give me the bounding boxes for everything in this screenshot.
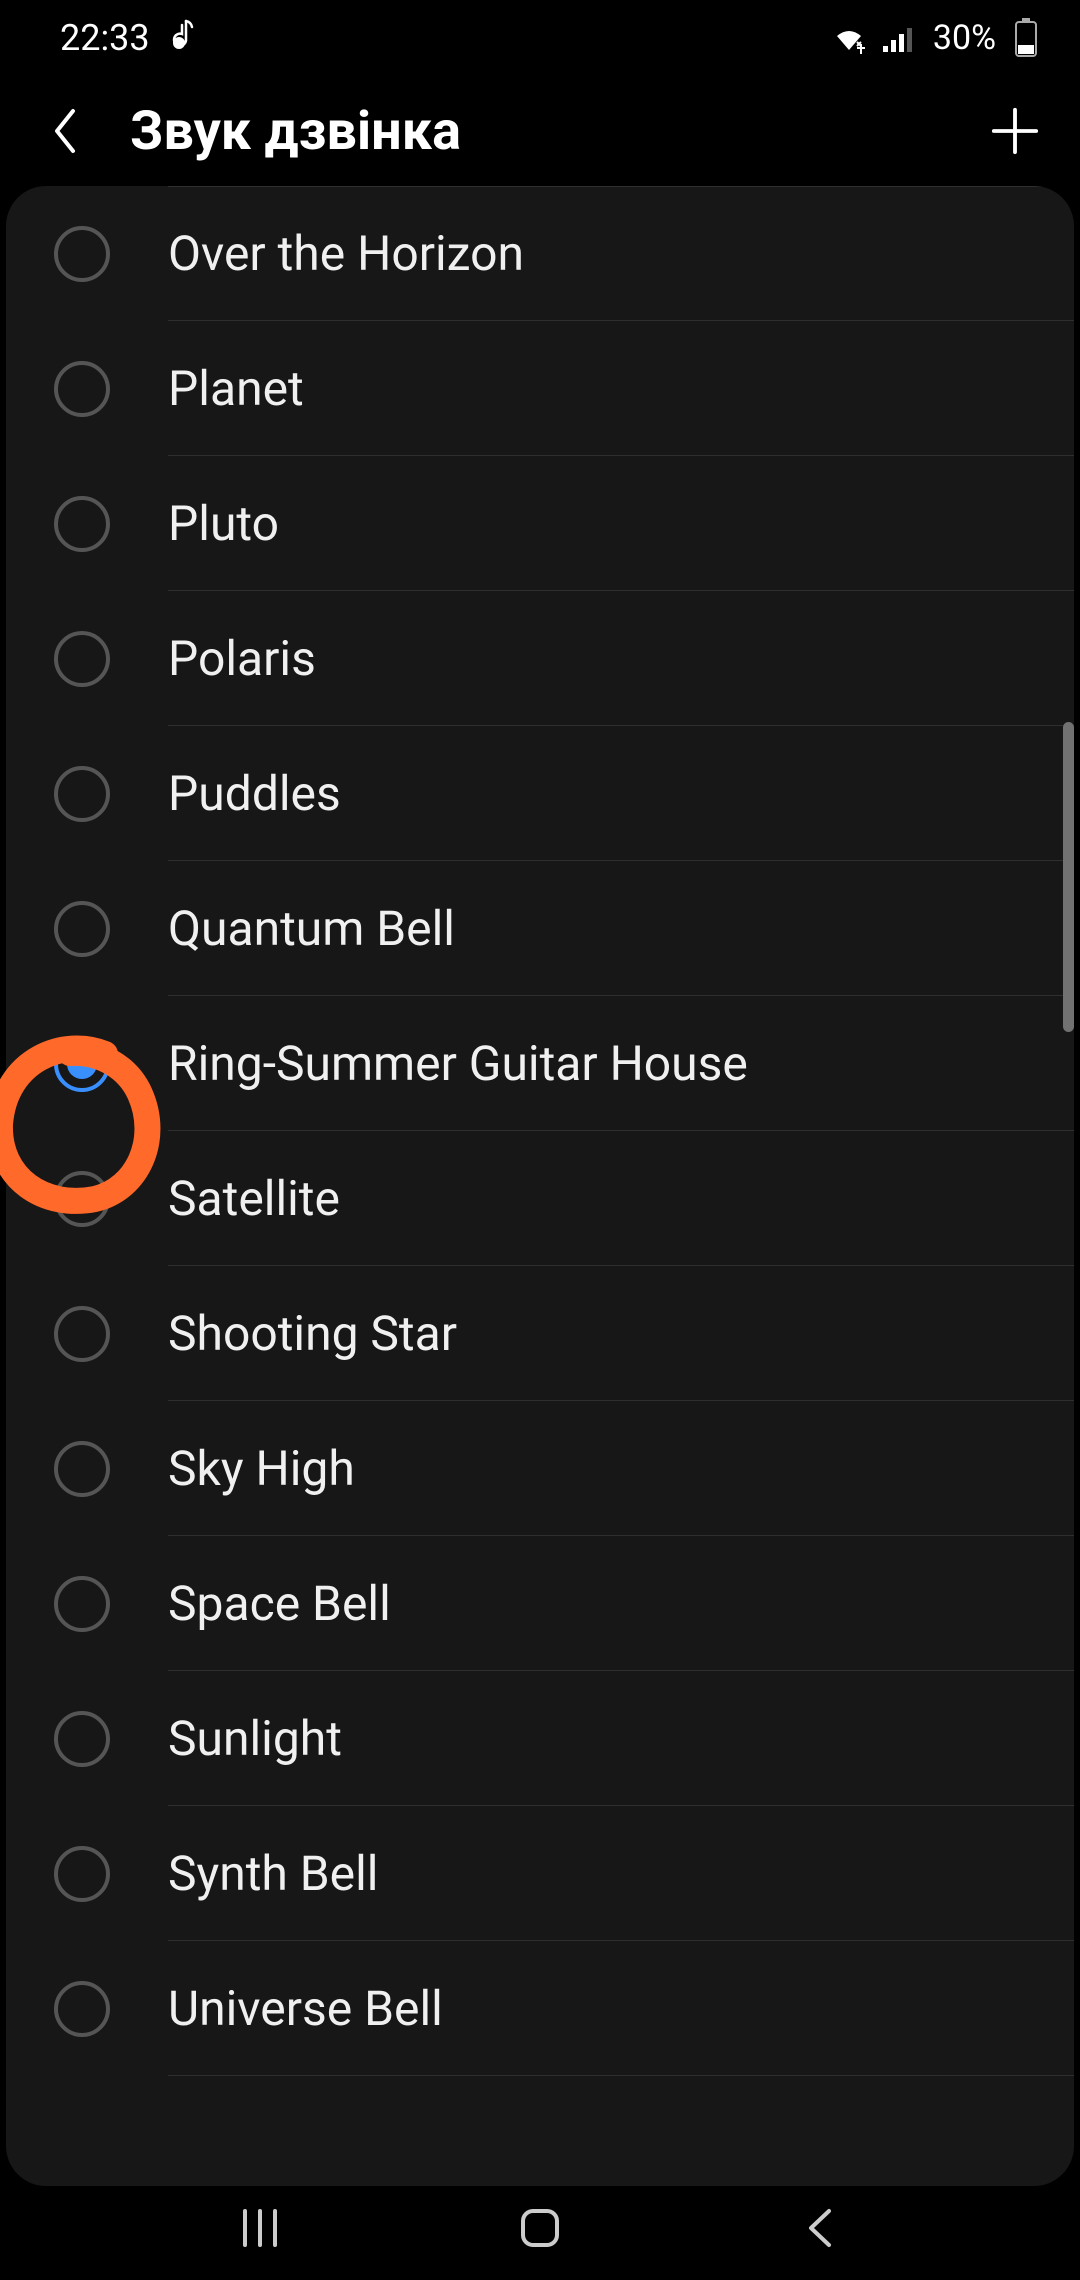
ringtone-row[interactable]: Puddles (6, 726, 1074, 861)
ringtone-label: Ring-Summer Guitar House (168, 996, 1074, 1131)
status-time: 22:33 (60, 17, 150, 59)
status-left: 22:33 (60, 17, 194, 59)
ringtone-label: Polaris (168, 591, 1074, 726)
status-right: 30% (829, 18, 1040, 58)
ringtone-row[interactable]: Sunlight (6, 1671, 1074, 1806)
back-button[interactable] (40, 106, 90, 156)
plus-icon (990, 105, 1040, 157)
ringtone-row[interactable]: Space Bell (6, 1536, 1074, 1671)
signal-icon (881, 22, 917, 54)
app-header: Звук дзвінка (0, 76, 1080, 186)
ringtone-row[interactable]: Shooting Star (6, 1266, 1074, 1401)
content-card: Over the HorizonPlanetPlutoPolarisPuddle… (6, 186, 1074, 2186)
ringtone-row[interactable]: Polaris (6, 591, 1074, 726)
radio-button[interactable] (54, 1981, 110, 2037)
radio-button[interactable] (54, 1576, 110, 1632)
nav-back-icon (801, 2205, 839, 2251)
ringtone-list[interactable]: Over the HorizonPlanetPlutoPolarisPuddle… (6, 186, 1074, 2076)
radio-button[interactable] (54, 496, 110, 552)
wifi-icon (829, 22, 869, 54)
radio-button[interactable] (54, 361, 110, 417)
ringtone-label: Synth Bell (168, 1806, 1074, 1941)
radio-button[interactable] (54, 1036, 110, 1092)
ringtone-row[interactable]: Ring-Summer Guitar House (6, 996, 1074, 1131)
page-title: Звук дзвінка (130, 100, 950, 163)
status-bar: 22:33 30% (0, 0, 1080, 76)
nav-recents-button[interactable] (220, 2198, 300, 2258)
chevron-left-icon (49, 105, 81, 157)
home-icon (517, 2205, 563, 2251)
ringtone-row[interactable]: Over the Horizon (6, 186, 1074, 321)
music-note-icon (168, 19, 194, 58)
add-button[interactable] (990, 106, 1040, 156)
ringtone-row[interactable]: Planet (6, 321, 1074, 456)
ringtone-label: Universe Bell (168, 1941, 1074, 2076)
battery-icon (1012, 18, 1040, 58)
radio-button[interactable] (54, 1846, 110, 1902)
ringtone-row[interactable]: Universe Bell (6, 1941, 1074, 2076)
radio-button[interactable] (54, 1171, 110, 1227)
radio-button[interactable] (54, 1711, 110, 1767)
nav-back-button[interactable] (780, 2198, 860, 2258)
ringtone-row[interactable]: Synth Bell (6, 1806, 1074, 1941)
ringtone-row[interactable]: Pluto (6, 456, 1074, 591)
ringtone-row[interactable]: Satellite (6, 1131, 1074, 1266)
ringtone-label: Sunlight (168, 1671, 1074, 1806)
radio-button[interactable] (54, 1306, 110, 1362)
nav-home-button[interactable] (500, 2198, 580, 2258)
radio-button[interactable] (54, 631, 110, 687)
ringtone-row[interactable]: Quantum Bell (6, 861, 1074, 996)
radio-button[interactable] (54, 766, 110, 822)
ringtone-label: Sky High (168, 1401, 1074, 1536)
radio-button[interactable] (54, 901, 110, 957)
ringtone-label: Over the Horizon (168, 186, 1074, 321)
scrollbar-thumb[interactable] (1063, 722, 1074, 1032)
ringtone-row[interactable]: Sky High (6, 1401, 1074, 1536)
radio-button[interactable] (54, 1441, 110, 1497)
battery-percentage: 30% (933, 18, 996, 58)
ringtone-label: Satellite (168, 1131, 1074, 1266)
ringtone-label: Puddles (168, 726, 1074, 861)
ringtone-label: Space Bell (168, 1536, 1074, 1671)
ringtone-label: Pluto (168, 456, 1074, 591)
ringtone-label: Planet (168, 321, 1074, 456)
ringtone-label: Shooting Star (168, 1266, 1074, 1401)
navigation-bar (0, 2175, 1080, 2280)
radio-button[interactable] (54, 226, 110, 282)
recents-icon (237, 2205, 283, 2251)
ringtone-label: Quantum Bell (168, 861, 1074, 996)
